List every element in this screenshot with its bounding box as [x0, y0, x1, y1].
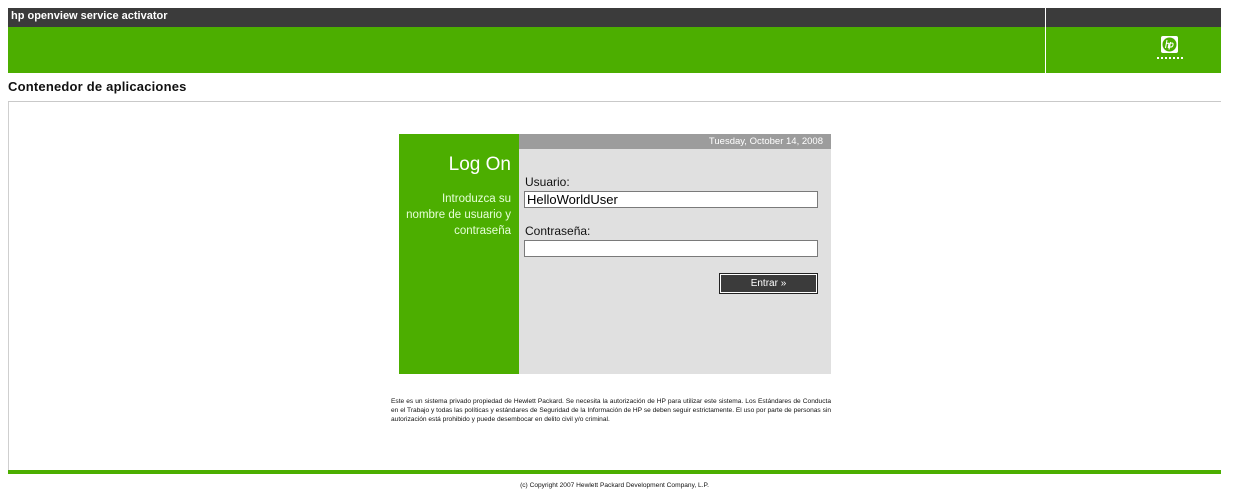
- logon-title: Log On: [448, 154, 511, 175]
- legal-disclaimer: Este es un sistema privado propiedad de …: [391, 398, 831, 423]
- page-title: Contenedor de aplicaciones: [8, 79, 187, 94]
- topbar-divider: [1045, 8, 1046, 27]
- copyright-notice: (c) Copyright 2007 Hewlett Packard Devel…: [520, 482, 709, 489]
- logon-instructions: Introduzca su nombre de usuario y contra…: [406, 193, 511, 237]
- banner-divider: [1045, 27, 1046, 73]
- login-form: Tuesday, October 14, 2008 Usuario: Contr…: [519, 134, 831, 374]
- login-button[interactable]: Entrar »: [719, 273, 818, 294]
- username-label: Usuario:: [525, 175, 570, 189]
- page-frame: hp openview service activator Contenedor…: [8, 8, 1221, 490]
- password-label: Contraseña:: [525, 224, 591, 238]
- hp-logo-icon: [1161, 36, 1178, 53]
- logon-panel: Log On Introduzca su nombre de usuario y…: [399, 134, 523, 374]
- username-field[interactable]: [524, 191, 818, 208]
- top-title-bar: hp openview service activator: [8, 8, 1221, 27]
- left-border: [8, 102, 9, 472]
- date-display: Tuesday, October 14, 2008: [519, 134, 831, 149]
- password-field[interactable]: [524, 240, 818, 257]
- brand-banner: [8, 27, 1221, 73]
- section-header: Contenedor de aplicaciones: [8, 74, 1221, 102]
- app-title: hp openview service activator: [11, 10, 168, 22]
- footer-bar: [8, 470, 1221, 474]
- hp-tagline: [1157, 57, 1183, 59]
